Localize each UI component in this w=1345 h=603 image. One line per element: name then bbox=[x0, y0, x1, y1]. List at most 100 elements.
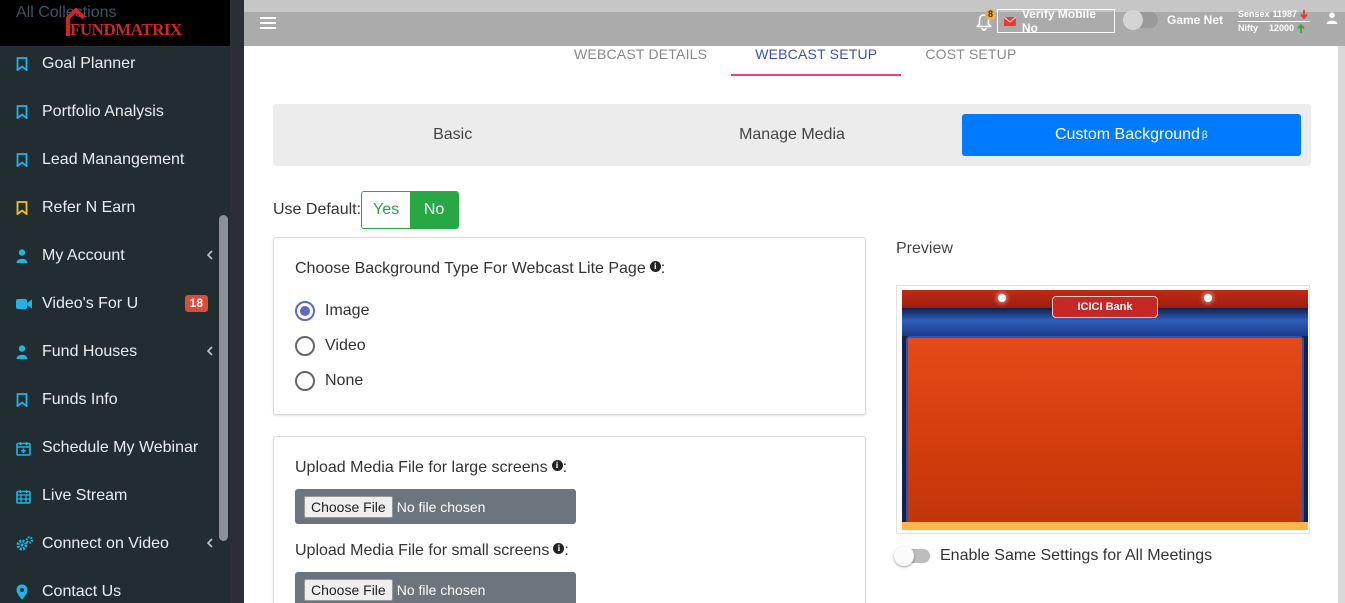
radio-video[interactable]: Video bbox=[295, 336, 366, 356]
radio-none-circle[interactable] bbox=[295, 371, 315, 391]
sidebar-item-label: Live Stream bbox=[42, 487, 128, 504]
calendar-plus-icon bbox=[16, 441, 42, 456]
sidebar-nav: Goal Planner Portfolio Analysis Lead Man… bbox=[0, 40, 230, 603]
bank-logo: ICICI Bank bbox=[1052, 296, 1158, 318]
bookmark-icon bbox=[16, 201, 42, 215]
info-icon[interactable]: i bbox=[551, 460, 563, 471]
radio-image-label: Image bbox=[325, 302, 370, 319]
chevron-left-icon bbox=[206, 250, 213, 260]
upload-small-title-text: Upload Media File for small screens bbox=[295, 542, 550, 559]
chevron-left-icon bbox=[206, 538, 213, 548]
arrow-down-icon bbox=[1300, 9, 1308, 19]
nifty-label: Nifty bbox=[1238, 23, 1258, 33]
sidebar-item-lead-management[interactable]: Lead Manangement bbox=[0, 136, 230, 184]
background-type-title-text: Choose Background Type For Webcast Lite … bbox=[295, 260, 646, 277]
cogs-icon bbox=[16, 536, 42, 552]
setup-segment-control: Basic Manage Media Custom Background β bbox=[273, 104, 1311, 166]
sidebar-item-label: Connect on Video bbox=[42, 535, 169, 552]
use-default-row: Use Default: Yes No bbox=[273, 191, 460, 229]
upload-media-card: Upload Media File for large screens i: Ch… bbox=[273, 436, 866, 603]
background-type-suffix: : bbox=[660, 260, 666, 277]
upload-large-title: Upload Media File for large screens i: bbox=[295, 459, 567, 477]
preview-label: Preview bbox=[896, 240, 953, 257]
radio-video-label: Video bbox=[325, 337, 366, 354]
sidebar-item-label: Lead Manangement bbox=[42, 151, 185, 168]
radio-none[interactable]: None bbox=[295, 371, 363, 391]
sidebar-item-schedule-webinar[interactable]: Schedule My Webinar bbox=[0, 424, 230, 472]
segment-manage-media-label: Manage Media bbox=[739, 126, 845, 143]
upload-large-file-input[interactable]: Choose File No file chosen bbox=[295, 489, 576, 524]
enable-same-settings-toggle[interactable] bbox=[894, 546, 930, 566]
tab-webcast-details[interactable]: WEBCAST DETAILS bbox=[554, 46, 731, 76]
sidebar-item-label: Portfolio Analysis bbox=[42, 103, 164, 120]
segment-manage-media[interactable]: Manage Media bbox=[622, 114, 961, 156]
nifty-value: 12000 bbox=[1269, 23, 1295, 33]
radio-image[interactable]: Image bbox=[295, 301, 369, 321]
info-icon[interactable]: i bbox=[553, 543, 565, 554]
choose-file-large-button[interactable]: Choose File bbox=[304, 495, 393, 518]
sidebar-item-funds-info[interactable]: Funds Info bbox=[0, 376, 230, 424]
background-preview: ICICI Bank bbox=[896, 285, 1310, 534]
use-default-toggle-group: Yes No bbox=[361, 191, 460, 229]
sidebar-item-label: Refer N Earn bbox=[42, 199, 136, 216]
verify-mobile-button[interactable]: Verify Mobile No bbox=[997, 7, 1115, 35]
hamburger-menu-icon[interactable] bbox=[260, 17, 276, 29]
use-default-no-button[interactable]: No bbox=[410, 192, 459, 228]
sidebar-item-live-stream[interactable]: Live Stream bbox=[0, 472, 230, 520]
game-net-toggle[interactable] bbox=[1123, 10, 1158, 30]
page-scrollbar[interactable] bbox=[1338, 46, 1345, 603]
segment-basic[interactable]: Basic bbox=[283, 114, 622, 156]
tab-cost-setup[interactable]: COST SETUP bbox=[901, 46, 1040, 76]
stage-light-left bbox=[998, 294, 1006, 302]
sidebar-item-contact-us[interactable]: Contact Us bbox=[0, 568, 230, 603]
enable-same-settings-label: Enable Same Settings for All Meetings bbox=[940, 547, 1213, 564]
sensex-row: Sensex 11987 bbox=[1238, 8, 1310, 22]
sidebar-item-connect-on-video[interactable]: Connect on Video bbox=[0, 520, 230, 568]
sidebar: All Collections FUNDMATRIX Goal Planner … bbox=[0, 0, 230, 603]
upload-small-suffix: : bbox=[564, 542, 569, 559]
sidebar-item-fund-houses[interactable]: Fund Houses bbox=[0, 328, 230, 376]
sidebar-item-my-account[interactable]: My Account bbox=[0, 232, 230, 280]
preview-stage-image: ICICI Bank bbox=[902, 290, 1308, 530]
calendar-icon bbox=[16, 489, 42, 504]
stage-light-right bbox=[1204, 294, 1212, 302]
sidebar-item-refer-n-earn[interactable]: Refer N Earn bbox=[0, 184, 230, 232]
radio-none-label: None bbox=[325, 372, 364, 389]
video-count-badge: 18 bbox=[184, 295, 208, 312]
beta-marker: β bbox=[1201, 129, 1208, 141]
radio-image-circle[interactable] bbox=[295, 301, 315, 321]
user-profile-icon[interactable] bbox=[1326, 12, 1338, 24]
bookmark-icon bbox=[16, 393, 42, 407]
sidebar-item-goal-planner[interactable]: Goal Planner bbox=[0, 40, 230, 88]
map-marker-icon bbox=[16, 584, 42, 600]
choose-file-small-button[interactable]: Choose File bbox=[304, 578, 393, 601]
sidebar-item-label: Contact Us bbox=[42, 583, 122, 600]
sidebar-scrollbar-thumb[interactable] bbox=[219, 215, 228, 541]
sidebar-gutter bbox=[230, 0, 244, 603]
nifty-row: Nifty 12000 bbox=[1238, 22, 1310, 34]
upload-small-status: No file chosen bbox=[396, 581, 486, 598]
upload-small-file-input[interactable]: Choose File No file chosen bbox=[295, 572, 576, 603]
background-type-title: Choose Background Type For Webcast Lite … bbox=[295, 260, 665, 278]
sidebar-item-label: Fund Houses bbox=[42, 343, 138, 360]
segment-custom-background-label: Custom Background bbox=[1054, 126, 1200, 143]
use-default-yes-button[interactable]: Yes bbox=[362, 192, 411, 228]
radio-video-circle[interactable] bbox=[295, 336, 315, 356]
bookmark-icon bbox=[16, 105, 42, 119]
sidebar-item-label: My Account bbox=[42, 247, 125, 264]
use-default-label: Use Default: bbox=[273, 201, 362, 218]
info-icon[interactable]: i bbox=[649, 261, 661, 272]
sidebar-item-label: Schedule My Webinar bbox=[42, 439, 199, 456]
upload-large-title-text: Upload Media File for large screens bbox=[295, 459, 548, 476]
notification-count-badge: 8 bbox=[985, 9, 997, 20]
market-ticker: Sensex 11987 Nifty 12000 bbox=[1238, 8, 1310, 34]
user-icon bbox=[16, 345, 42, 359]
sidebar-item-portfolio-analysis[interactable]: Portfolio Analysis bbox=[0, 88, 230, 136]
webcast-tabs: WEBCAST DETAILS WEBCAST SETUP COST SETUP bbox=[554, 46, 1041, 76]
enable-same-settings-row: Enable Same Settings for All Meetings bbox=[894, 546, 1213, 566]
segment-custom-background[interactable]: Custom Background β bbox=[961, 114, 1301, 156]
tab-webcast-setup[interactable]: WEBCAST SETUP bbox=[731, 46, 902, 76]
game-net-label: Game Net bbox=[1167, 13, 1224, 27]
verify-mobile-label: Verify Mobile No bbox=[1021, 7, 1096, 35]
sidebar-item-videos-for-u[interactable]: Video's For U 18 bbox=[0, 280, 230, 328]
